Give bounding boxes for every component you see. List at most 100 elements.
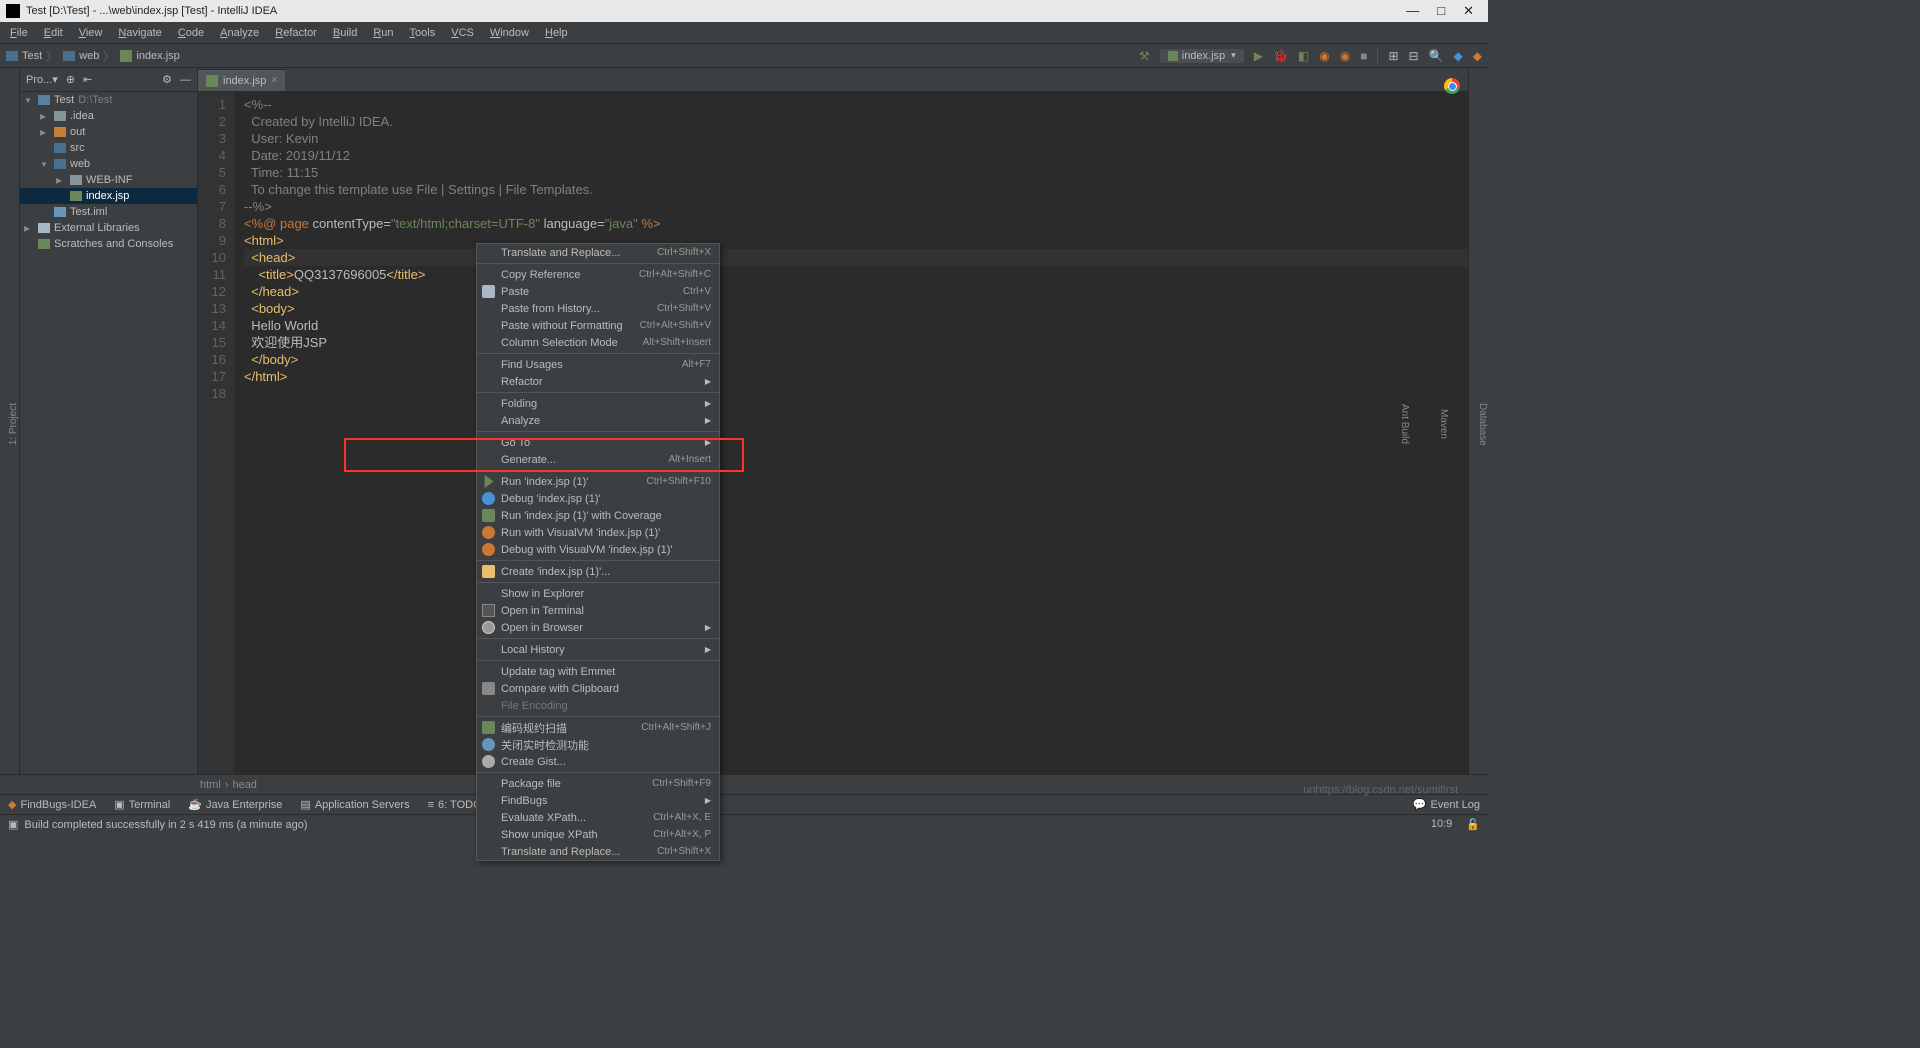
tree-.idea[interactable]: .idea — [20, 108, 197, 124]
menu-bar[interactable]: FileEditViewNavigate CodeAnalyzeRefactorB… — [0, 22, 1488, 44]
menu-item-show-in-explorer[interactable]: Show in Explorer — [477, 585, 719, 602]
layout-icon[interactable]: ⊞ — [1388, 49, 1398, 63]
menu-item-paste[interactable]: PasteCtrl+V — [477, 283, 719, 300]
tool-todo[interactable]: ≡6: TODO — [428, 799, 482, 811]
rail-project[interactable]: 1: Project — [8, 403, 19, 445]
menu-item-paste-without-formatting[interactable]: Paste without FormattingCtrl+Alt+Shift+V — [477, 317, 719, 334]
event-log[interactable]: 💬Event Log — [1413, 798, 1480, 811]
run-configuration-selector[interactable]: index.jsp — [1160, 49, 1244, 63]
layout2-icon[interactable]: ⊟ — [1409, 49, 1419, 63]
menu-item-column-selection-mode[interactable]: Column Selection ModeAlt+Shift+Insert — [477, 334, 719, 351]
breadcrumb-index.jsp[interactable]: index.jsp — [120, 48, 179, 64]
menu-analyze[interactable]: Analyze — [214, 25, 265, 41]
menu-item--[interactable]: 关闭实时检测功能 — [477, 736, 719, 753]
menu-vcs[interactable]: VCS — [445, 25, 480, 41]
tree-web[interactable]: web — [20, 156, 197, 172]
maximize-button[interactable]: □ — [1437, 3, 1445, 19]
collapse-icon[interactable]: ⇤ — [83, 73, 92, 86]
menu-view[interactable]: View — [73, 25, 109, 41]
close-button[interactable]: ✕ — [1463, 3, 1474, 19]
stop-icon[interactable]: ■ — [1360, 49, 1367, 63]
project-tree[interactable]: Test D:\Test.ideaoutsrcwebWEB-INFindex.j… — [20, 92, 197, 774]
tool-terminal[interactable]: ▣Terminal — [114, 798, 170, 811]
menu-item-go-to[interactable]: Go To▶ — [477, 434, 719, 451]
lock-icon[interactable]: 🔓 — [1466, 818, 1480, 831]
menu-item-run-index-jsp-1-[interactable]: Run 'index.jsp (1)'Ctrl+Shift+F10 — [477, 473, 719, 490]
minimize-button[interactable]: — — [1406, 3, 1419, 19]
tool-findbugs[interactable]: ◆FindBugs-IDEA — [8, 798, 96, 811]
menu-item-translate-and-replace-[interactable]: Translate and Replace...Ctrl+Shift+X — [477, 244, 719, 261]
menu-item-find-usages[interactable]: Find UsagesAlt+F7 — [477, 356, 719, 373]
menu-item-analyze[interactable]: Analyze▶ — [477, 412, 719, 429]
code-editor[interactable]: 123456789101112131415161718 <%-- Created… — [198, 92, 1468, 774]
menu-item-generate-[interactable]: Generate...Alt+Insert — [477, 451, 719, 468]
search-icon[interactable]: 🔍 — [1429, 49, 1444, 63]
tree-out[interactable]: out — [20, 124, 197, 140]
coverage-icon[interactable]: ◧ — [1298, 49, 1309, 63]
context-menu[interactable]: Translate and Replace...Ctrl+Shift+X Copy… — [476, 243, 720, 861]
tree-External Libraries[interactable]: External Libraries — [20, 220, 197, 236]
menu-window[interactable]: Window — [484, 25, 535, 41]
project-view-selector[interactable]: Pro...▾ — [26, 73, 58, 86]
menu-item-open-in-browser[interactable]: Open in Browser▶ — [477, 619, 719, 636]
visualvm-icon[interactable]: ◉ — [1340, 49, 1350, 63]
menu-item--[interactable]: 编码规约扫描Ctrl+Alt+Shift+J — [477, 719, 719, 736]
debug-icon[interactable]: 🐞 — [1273, 49, 1288, 63]
editor-breadcrumbs[interactable]: html › head — [0, 774, 1488, 794]
tree-src[interactable]: src — [20, 140, 197, 156]
menu-item-run-with-visualvm-index-jsp-1-[interactable]: Run with VisualVM 'index.jsp (1)' — [477, 524, 719, 541]
rail-database[interactable]: Database — [1477, 403, 1488, 446]
left-tool-rail[interactable]: 1: Project Web 2: Favorites 7: Structure — [0, 68, 20, 774]
menu-item-debug-index-jsp-1-[interactable]: Debug 'index.jsp (1)' — [477, 490, 719, 507]
menu-item-local-history[interactable]: Local History▶ — [477, 641, 719, 658]
menu-file[interactable]: File — [4, 25, 34, 41]
menu-item-update-tag-with-emmet[interactable]: Update tag with Emmet — [477, 663, 719, 680]
menu-item-folding[interactable]: Folding▶ — [477, 395, 719, 412]
menu-item-show-unique-xpath[interactable]: Show unique XPathCtrl+Alt+X, P — [477, 826, 719, 843]
tool-app-servers[interactable]: ▤Application Servers — [300, 798, 409, 811]
jrebel-icon[interactable]: ◆ — [1473, 49, 1482, 63]
menu-item-run-index-jsp-1-with-coverage[interactable]: Run 'index.jsp (1)' with Coverage — [477, 507, 719, 524]
gear-icon[interactable]: ⚙ — [162, 73, 172, 86]
tree-Scratches and Consoles[interactable]: Scratches and Consoles — [20, 236, 197, 252]
run-icon[interactable]: ▶ — [1254, 49, 1263, 63]
menu-item-translate-and-replace-[interactable]: Translate and Replace...Ctrl+Shift+X — [477, 843, 719, 860]
tree-WEB-INF[interactable]: WEB-INF — [20, 172, 197, 188]
locate-icon[interactable]: ⊕ — [66, 73, 75, 86]
menu-item-refactor[interactable]: Refactor▶ — [477, 373, 719, 390]
menu-edit[interactable]: Edit — [38, 25, 69, 41]
tree-Test[interactable]: Test D:\Test — [20, 92, 197, 108]
chrome-icon[interactable] — [1444, 78, 1460, 94]
menu-item-evaluate-xpath-[interactable]: Evaluate XPath...Ctrl+Alt+X, E — [477, 809, 719, 826]
menu-code[interactable]: Code — [172, 25, 210, 41]
editor-tabs[interactable]: index.jsp × — [198, 68, 1468, 92]
menu-item-open-in-terminal[interactable]: Open in Terminal — [477, 602, 719, 619]
close-tab-icon[interactable]: × — [271, 75, 277, 86]
menu-navigate[interactable]: Navigate — [112, 25, 167, 41]
menu-tools[interactable]: Tools — [404, 25, 442, 41]
tool-java-enterprise[interactable]: ☕Java Enterprise — [188, 798, 282, 811]
tree-index.jsp[interactable]: index.jsp — [20, 188, 197, 204]
menu-item-paste-from-history-[interactable]: Paste from History...Ctrl+Shift+V — [477, 300, 719, 317]
gutter[interactable]: 123456789101112131415161718 — [198, 92, 234, 774]
profiler-icon[interactable]: ◉ — [1319, 49, 1329, 63]
menu-item-debug-with-visualvm-index-jsp-1-[interactable]: Debug with VisualVM 'index.jsp (1)' — [477, 541, 719, 558]
menu-item-create-index-jsp-1-[interactable]: Create 'index.jsp (1)'... — [477, 563, 719, 580]
tree-Test.iml[interactable]: Test.iml — [20, 204, 197, 220]
menu-item-copy-reference[interactable]: Copy ReferenceCtrl+Alt+Shift+C — [477, 266, 719, 283]
menu-item-create-gist-[interactable]: Create Gist... — [477, 753, 719, 770]
menu-run[interactable]: Run — [367, 25, 399, 41]
menu-build[interactable]: Build — [327, 25, 363, 41]
menu-item-findbugs[interactable]: FindBugs▶ — [477, 792, 719, 809]
ali-icon[interactable]: ◆ — [1454, 49, 1463, 63]
build-icon[interactable]: ⚒ — [1139, 49, 1150, 63]
bottom-tool-bar[interactable]: ◆FindBugs-IDEA ▣Terminal ☕Java Enterpris… — [0, 794, 1488, 814]
menu-item-package-file[interactable]: Package fileCtrl+Shift+F9 — [477, 775, 719, 792]
menu-help[interactable]: Help — [539, 25, 574, 41]
breadcrumb-web[interactable]: web〉 — [63, 48, 114, 64]
right-tool-rail[interactable]: Database Maven Ant Build — [1468, 68, 1488, 774]
tab-index-jsp[interactable]: index.jsp × — [198, 69, 285, 91]
hide-icon[interactable]: — — [180, 74, 191, 86]
menu-item-compare-with-clipboard[interactable]: Compare with Clipboard — [477, 680, 719, 697]
menu-refactor[interactable]: Refactor — [269, 25, 323, 41]
